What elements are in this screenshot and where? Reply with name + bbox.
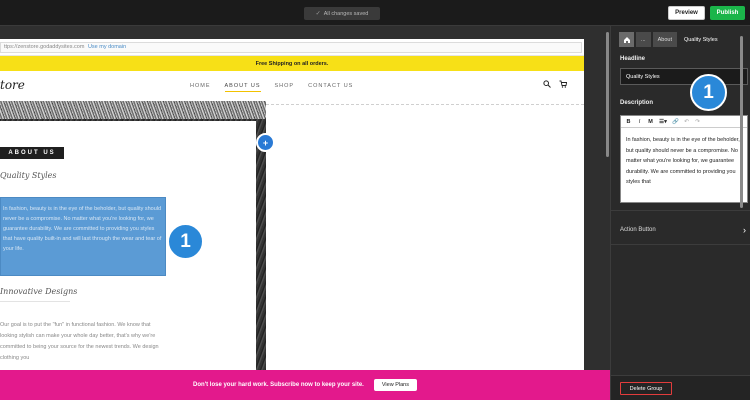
innovative-paragraph[interactable]: Our goal is to put the "fun" in function… <box>0 320 160 364</box>
home-icon[interactable] <box>619 32 634 47</box>
description-editor[interactable]: B I M ☰▾ 🔗 ↶ ↷ In fashion, beauty is in … <box>620 115 748 203</box>
redo-icon[interactable]: ↷ <box>692 117 703 127</box>
site-nav: HOME ABOUT US SHOP CONTACT US <box>190 83 353 92</box>
nav-home[interactable]: HOME <box>190 83 211 92</box>
use-my-domain-link[interactable]: Use my domain <box>88 44 126 50</box>
selected-paragraph: In fashion, beauty is in the eye of the … <box>3 206 162 252</box>
delete-group-button[interactable]: Delete Group <box>620 382 672 395</box>
panel-footer: Delete Group <box>611 375 750 400</box>
chevron-right-icon: › <box>743 225 746 235</box>
bold-button[interactable]: B <box>623 117 634 127</box>
check-icon: ✓ <box>315 11 321 17</box>
heading-underline <box>0 301 70 302</box>
panel-divider <box>611 210 750 211</box>
breadcrumb-current: Quality Styles <box>683 36 718 43</box>
preview-button[interactable]: Preview <box>668 6 705 20</box>
save-status-text: All changes saved <box>323 10 369 17</box>
link-icon[interactable]: 🔗 <box>670 117 681 127</box>
nav-contact-us[interactable]: CONTACT US <box>308 83 353 92</box>
top-bar: ✓ All changes saved Preview Publish <box>0 0 750 26</box>
canvas-scroll-thumb[interactable] <box>606 32 609 157</box>
site-preview: ttps://zenstore.godaddysites.com Use my … <box>0 39 584 400</box>
editor-canvas: ttps://zenstore.godaddysites.com Use my … <box>0 26 610 400</box>
description-text[interactable]: In fashion, beauty is in the eye of the … <box>626 135 740 188</box>
view-plans-button[interactable]: View Plans <box>373 379 417 391</box>
hero-texture <box>0 101 266 119</box>
subscribe-text: Don't lose your hard work. Subscribe now… <box>193 382 364 388</box>
heading-quality-styles[interactable]: Quality Styles <box>0 171 57 180</box>
properties-panel: ... About Quality Styles Headline Qualit… <box>610 26 750 400</box>
action-button-row[interactable]: Action Button › <box>620 225 746 235</box>
save-status: ✓ All changes saved <box>304 7 380 20</box>
headline-label: Headline <box>620 56 646 62</box>
site-logo[interactable]: tore <box>0 78 25 92</box>
breadcrumb-ellipsis[interactable]: ... <box>636 32 651 47</box>
heading-innovative-designs[interactable]: Innovative Designs <box>0 287 77 296</box>
cart-icon[interactable] <box>559 80 568 90</box>
search-icon[interactable] <box>543 80 551 90</box>
about-content-card[interactable]: ABOUT US Quality Styles In fashion, beau… <box>0 121 256 400</box>
description-label: Description <box>620 100 654 106</box>
subscribe-banner: Don't lose your hard work. Subscribe now… <box>0 370 610 400</box>
breadcrumb: ... About Quality Styles <box>619 32 723 47</box>
editor-toolbar: B I M ☰▾ 🔗 ↶ ↷ <box>621 116 747 128</box>
announcement-bar[interactable]: Free Shipping on all orders. <box>0 56 584 71</box>
nav-icons <box>543 80 568 90</box>
site-header: tore HOME ABOUT US SHOP CONTACT US <box>0 71 584 101</box>
panel-scrollbar[interactable] <box>740 36 743 208</box>
nav-shop[interactable]: SHOP <box>275 83 295 92</box>
selected-text-block[interactable]: In fashion, beauty is in the eye of the … <box>0 197 166 276</box>
add-section-button[interactable]: + <box>256 133 275 152</box>
action-button-label: Action Button <box>620 227 656 233</box>
nav-about-us[interactable]: ABOUT US <box>224 83 261 92</box>
breadcrumb-about[interactable]: About <box>652 32 677 47</box>
panel-divider <box>611 244 750 245</box>
list-button[interactable]: ☰▾ <box>656 117 670 127</box>
headline-input[interactable]: Quality Styles <box>620 68 748 85</box>
url-box: ttps://zenstore.godaddysites.com Use my … <box>0 42 582 53</box>
step-badge-panel: 1 <box>690 74 727 111</box>
section-divider <box>266 104 584 105</box>
step-badge-canvas: 1 <box>167 223 204 260</box>
format-button[interactable]: M <box>645 117 656 127</box>
url-bar: ttps://zenstore.godaddysites.com Use my … <box>0 39 584 56</box>
site-url: ttps://zenstore.godaddysites.com <box>4 44 85 50</box>
italic-button[interactable]: I <box>634 117 645 127</box>
undo-icon[interactable]: ↶ <box>681 117 692 127</box>
publish-button[interactable]: Publish <box>710 6 745 20</box>
section-label[interactable]: ABOUT US <box>0 147 64 159</box>
